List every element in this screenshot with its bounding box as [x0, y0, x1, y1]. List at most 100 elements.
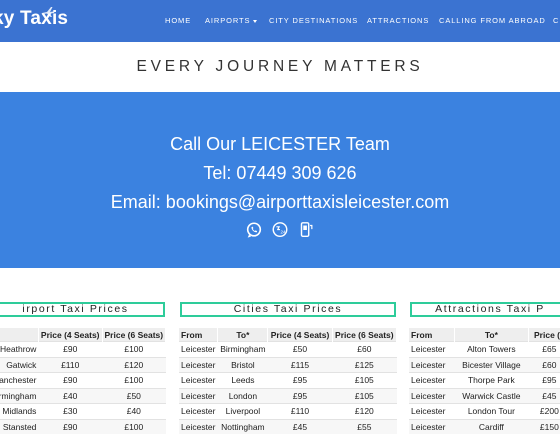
table-cell: Leeds [217, 372, 268, 388]
table-cell: Alton Towers [454, 341, 529, 357]
column-header: Price (6 Seats) [102, 328, 167, 342]
table-row: Leicester Nottingham £45 £55 [179, 418, 397, 434]
table-cell: London Tour [454, 403, 529, 419]
table-cell: £110 [38, 356, 103, 373]
table-row: Leicester Cardiff £150 [409, 418, 560, 434]
navbar: ky Taxis HOME AIRPORTS CITY DESTINATIONS AT… [0, 0, 560, 42]
airport-prices-table: Price (4 Seats) Price (6 Seats) Heathrow £9… [0, 328, 167, 434]
city-prices-table: From To* Price (4 Seats) Price (6 Seats) Lei… [179, 328, 398, 434]
table-cell: £45 [267, 418, 333, 434]
table-cell: £65 [528, 341, 560, 357]
table-cell: £100 [102, 418, 166, 434]
svg-text:24: 24 [280, 230, 286, 235]
nav-item-5[interactable]: C [553, 16, 559, 25]
table-cell: £105 [332, 387, 397, 404]
nav-item-2[interactable]: CITY DESTINATIONS [269, 16, 358, 25]
table-cell: Nottingham [217, 418, 268, 434]
table-cell: London [217, 387, 268, 404]
phone-line[interactable]: Tel: 07449 309 626 [0, 163, 560, 184]
table-cell: £55 [332, 418, 397, 434]
nav-item-0[interactable]: HOME [165, 16, 191, 25]
brand-logo[interactable]: ky Taxis [0, 7, 68, 30]
table-row: Heathrow £90 £100 [0, 341, 166, 357]
table-row: Leicester Bicester Village £60 [409, 356, 560, 373]
table-row: Leicester Birmingham £50 £60 [179, 341, 397, 357]
city-prices-heading: Cities Taxi Prices [180, 302, 396, 317]
column-header: Price (4 Seats) [267, 328, 333, 342]
table-row: Leicester London £95 £105 [179, 387, 397, 404]
table-row: Stansted £90 £100 [0, 418, 166, 434]
phone-icon[interactable] [297, 221, 315, 239]
nav-item-label: HOME [165, 16, 192, 25]
whatsapp-icon[interactable] [245, 221, 263, 239]
table-cell: £90 [38, 372, 103, 388]
table-cell: £150 [528, 418, 560, 434]
call-line: Call Our LEICESTER Team [170, 134, 390, 154]
attraction-prices-title: Attractions Taxi P [435, 303, 545, 315]
table-header-row: FromTo*Price (4 [409, 328, 560, 342]
table-cell: £95 [528, 372, 560, 388]
column-header: From [409, 328, 455, 342]
table-row: Leicester London Tour £200 [409, 403, 560, 419]
table-header-row: Price (4 Seats) Price (6 Seats) [0, 328, 167, 342]
column-header: Price (6 Seats) [332, 328, 398, 342]
table-cell: Warwick Castle [454, 387, 529, 404]
table-cell: Leicester [179, 387, 218, 404]
table-cell: Birmingham [217, 341, 268, 357]
airplane-icon [42, 7, 55, 17]
column-header: Price (4 Seats) [38, 328, 103, 342]
table-cell: £60 [332, 341, 397, 357]
table-row: Leicester Thorpe Park £95 [409, 372, 560, 388]
nav-item-label: CALLING FROM ABROAD [439, 16, 546, 25]
table-cell: £200 [528, 403, 560, 419]
nav-item-label: C [553, 16, 560, 25]
nav-item-label: ATTRACTIONS [367, 16, 430, 25]
table-cell: £45 [528, 387, 560, 404]
table-cell: Bicester Village [454, 356, 529, 373]
table-row: Leicester Alton Towers £65 [409, 341, 560, 357]
table-cell: Leicester [409, 341, 455, 357]
table-cell: Gatwick [0, 356, 39, 373]
email-line[interactable]: Email: bookings@airporttaxisleicester.co… [0, 192, 560, 213]
city-prices-title: Cities Taxi Prices [233, 303, 343, 315]
caret-down-icon [253, 19, 258, 23]
airport-prices-title: irport Taxi Prices [22, 303, 129, 315]
table-cell: Leicester [179, 372, 218, 388]
nav-item-label: AIRPORTS [205, 16, 251, 25]
viber-icon[interactable]: 24 [271, 221, 289, 239]
table-cell: Leicester [179, 356, 218, 373]
table-cell: Leicester [409, 372, 455, 388]
column-header: Price (4 [528, 328, 560, 342]
contact-icons: 24 [0, 221, 560, 239]
table-cell: Leicester [409, 387, 455, 404]
table-cell: £95 [267, 372, 333, 388]
column-header: To* [217, 328, 269, 342]
table-cell: £40 [38, 387, 103, 404]
table-cell: £120 [102, 356, 166, 373]
table-cell: £105 [332, 372, 397, 388]
tagline: EVERY JOURNEY MATTERS [136, 58, 424, 75]
table-cell: £100 [102, 341, 166, 357]
nav-item-1[interactable]: AIRPORTS [205, 16, 258, 25]
nav-item-label: CITY DESTINATIONS [269, 16, 359, 25]
tagline-bar: EVERY JOURNEY MATTERS [0, 42, 560, 92]
table-cell: st Midlands [0, 403, 39, 419]
table-cell: Bristol [217, 356, 268, 373]
nav-item-4[interactable]: CALLING FROM ABROAD [439, 16, 546, 25]
attraction-prices-table: FromTo*Price (4LeicesterAlton Towers£65L… [409, 328, 560, 434]
table-cell: Cardiff [454, 418, 529, 434]
nav-item-3[interactable]: ATTRACTIONS [367, 16, 429, 25]
table-row: Leicester Warwick Castle £45 [409, 387, 560, 404]
table-cell: Stansted [0, 418, 39, 434]
table-cell: Leicester [179, 341, 218, 357]
table-header-row: From To* Price (4 Seats) Price (6 Seats) [179, 328, 398, 342]
brand-name[interactable]: ky Taxis [0, 8, 68, 29]
attraction-prices-heading: Attractions Taxi P [410, 302, 560, 317]
table-cell: Manchester [0, 372, 39, 388]
table-cell: Leicester [409, 356, 455, 373]
table-cell: £90 [38, 341, 103, 357]
table-cell: £50 [267, 341, 333, 357]
table-cell: Leicester [409, 403, 455, 419]
table-row: Leicester Bristol £115 £125 [179, 356, 397, 373]
table-row: Leicester Leeds £95 £105 [179, 372, 397, 388]
